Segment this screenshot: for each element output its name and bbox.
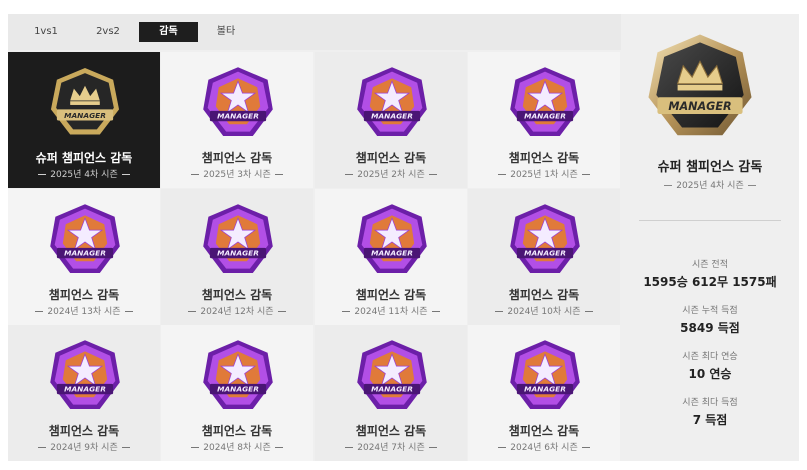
svg-text:MANAGER: MANAGER: [217, 249, 259, 258]
manager-purple-badge-icon: MANAGER: [50, 204, 120, 274]
badge-season: 2025년 2차 시즌: [315, 167, 467, 180]
svg-text:MANAGER: MANAGER: [64, 249, 106, 258]
mode-tabs: 1vs1 2vs2 감독 볼타: [8, 14, 621, 50]
manager-purple-badge-icon: MANAGER: [203, 67, 273, 137]
manager-purple-badge-icon: MANAGER: [50, 340, 120, 410]
manager-purple-badge-icon: MANAGER: [510, 204, 580, 274]
badge-card[interactable]: MANAGER 챔피언스 감독 2024년 9차 시즌: [8, 325, 160, 461]
manager-purple-badge-icon: MANAGER: [510, 340, 580, 410]
stat-value-total-goals: 5849 득점: [680, 321, 740, 335]
badge-card[interactable]: MANAGER 챔피언스 감독 2025년 1차 시즌: [468, 52, 620, 188]
badge-season: 2024년 11차 시즌: [315, 304, 467, 317]
stat-label-win-streak: 시즌 최다 연승: [682, 352, 738, 362]
badge-card[interactable]: MANAGER 챔피언스 감독 2024년 8차 시즌: [161, 325, 313, 461]
badge-title: 챔피언스 감독: [48, 424, 120, 438]
badge-season: 2024년 7차 시즌: [315, 440, 467, 453]
tab-volta[interactable]: 볼타: [204, 22, 248, 42]
manager-purple-badge-icon: MANAGER: [510, 67, 580, 137]
svg-text:MANAGER: MANAGER: [524, 249, 566, 258]
tab-manager[interactable]: 감독: [139, 22, 198, 42]
badge-title: 챔피언스 감독: [508, 151, 580, 165]
manager-purple-badge-icon: MANAGER: [357, 204, 427, 274]
stat-value-max-goals: 7 득점: [692, 413, 728, 427]
badge-card[interactable]: MANAGER 챔피언스 감독 2025년 3차 시즌: [161, 52, 313, 188]
svg-text:MANAGER: MANAGER: [668, 100, 731, 113]
badge-card[interactable]: MANAGER 챔피언스 감독 2024년 6차 시즌: [468, 325, 620, 461]
badge-season: 2025년 1차 시즌: [468, 167, 620, 180]
badge-season: 2024년 12차 시즌: [161, 304, 313, 317]
badge-title: 챔피언스 감독: [355, 424, 427, 438]
badge-grid: MANAGER 슈퍼 챔피언스 감독 2025년 4차 시즌 MANAGER 챔피언스 …: [8, 52, 621, 462]
badge-card[interactable]: MANAGER 챔피언스 감독 2024년 13차 시즌: [8, 189, 160, 325]
badge-season: 2024년 13차 시즌: [8, 304, 160, 317]
badge-title: 챔피언스 감독: [48, 288, 120, 302]
badge-card[interactable]: MANAGER 챔피언스 감독 2024년 11차 시즌: [315, 189, 467, 325]
badge-card[interactable]: MANAGER 챔피언스 감독 2024년 7차 시즌: [315, 325, 467, 461]
badge-title: 챔피언스 감독: [355, 151, 427, 165]
stat-value-record: 1595승 612무 1575패: [643, 275, 777, 289]
manager-purple-badge-icon: MANAGER: [203, 340, 273, 410]
manager-purple-badge-icon: MANAGER: [203, 204, 273, 274]
badge-card[interactable]: MANAGER 챔피언스 감독 2025년 2차 시즌: [315, 52, 467, 188]
stat-value-win-streak: 10 연승: [688, 367, 732, 381]
detail-season: 2025년 4차 시즌: [621, 178, 799, 191]
svg-text:MANAGER: MANAGER: [217, 112, 259, 121]
badge-season: 2025년 3차 시즌: [161, 167, 313, 180]
badge-title: 챔피언스 감독: [201, 424, 273, 438]
svg-text:MANAGER: MANAGER: [371, 112, 413, 121]
badge-title: 챔피언스 감독: [508, 288, 580, 302]
stat-label-total-goals: 시즌 누적 득점: [682, 306, 738, 316]
badge-card[interactable]: MANAGER 챔피언스 감독 2024년 10차 시즌: [468, 189, 620, 325]
badge-title: 챔피언스 감독: [508, 424, 580, 438]
svg-text:MANAGER: MANAGER: [217, 385, 259, 394]
divider: [639, 220, 781, 221]
badge-title: 슈퍼 챔피언스 감독: [35, 151, 133, 165]
svg-text:MANAGER: MANAGER: [371, 249, 413, 258]
badge-season: 2024년 10차 시즌: [468, 304, 620, 317]
svg-text:MANAGER: MANAGER: [524, 385, 566, 394]
svg-text:MANAGER: MANAGER: [371, 385, 413, 394]
stat-label-record: 시즌 전적: [692, 260, 728, 270]
badge-detail-panel: MANAGER 슈퍼 챔피언스 감독 2025년 4차 시즌 시즌 전적 159…: [621, 14, 799, 461]
tab-2vs2[interactable]: 2vs2: [86, 22, 130, 42]
manager-purple-badge-icon: MANAGER: [357, 340, 427, 410]
badge-season: 2024년 9차 시즌: [8, 440, 160, 453]
manager-gold-badge-icon: MANAGER: [50, 67, 120, 135]
stat-label-max-goals: 시즌 최다 득점: [682, 398, 738, 408]
svg-text:MANAGER: MANAGER: [64, 385, 106, 394]
badge-season: 2024년 8차 시즌: [161, 440, 313, 453]
detail-title: 슈퍼 챔피언스 감독: [657, 160, 763, 175]
badge-card[interactable]: MANAGER 챔피언스 감독 2024년 12차 시즌: [161, 189, 313, 325]
badge-title: 챔피언스 감독: [201, 151, 273, 165]
manager-purple-badge-icon: MANAGER: [357, 67, 427, 137]
tab-1vs1[interactable]: 1vs1: [24, 22, 68, 42]
badge-season: 2024년 6차 시즌: [468, 440, 620, 453]
badge-title: 챔피언스 감독: [355, 288, 427, 302]
badge-title: 챔피언스 감독: [201, 288, 273, 302]
svg-text:MANAGER: MANAGER: [524, 112, 566, 121]
manager-gold-badge-icon: MANAGER: [648, 34, 752, 136]
badge-season: 2025년 4차 시즌: [8, 167, 160, 180]
svg-text:MANAGER: MANAGER: [64, 111, 106, 120]
badge-card[interactable]: MANAGER 슈퍼 챔피언스 감독 2025년 4차 시즌: [8, 52, 160, 188]
